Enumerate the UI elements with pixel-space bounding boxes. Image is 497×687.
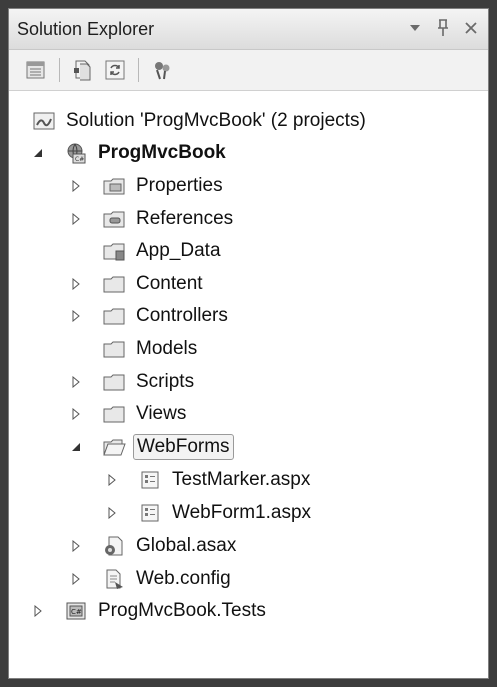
collapsed-arrow-icon[interactable] bbox=[69, 277, 83, 291]
svg-text:C#: C# bbox=[71, 608, 82, 616]
close-icon[interactable] bbox=[460, 15, 482, 41]
expanded-arrow-icon[interactable] bbox=[31, 146, 45, 160]
tree-item-webforms[interactable]: WebForms bbox=[69, 431, 234, 463]
tree-item-label: Solution 'ProgMvcBook' (2 projects) bbox=[66, 110, 366, 131]
collapsed-arrow-icon[interactable] bbox=[31, 604, 45, 618]
panel-titlebar: Solution Explorer bbox=[9, 9, 488, 50]
panel-title: Solution Explorer bbox=[17, 19, 155, 39]
refresh-icon[interactable] bbox=[102, 57, 128, 83]
title-buttons bbox=[404, 15, 482, 41]
tree-item-label: TestMarker.aspx bbox=[172, 469, 311, 490]
dropdown-icon[interactable] bbox=[404, 15, 426, 41]
tree-item-web-config[interactable]: Web.config bbox=[69, 563, 234, 595]
folder-icon bbox=[101, 371, 127, 393]
collapsed-arrow-icon[interactable] bbox=[69, 212, 83, 226]
folder-icon bbox=[101, 273, 127, 295]
collapsed-arrow-icon[interactable] bbox=[69, 407, 83, 421]
tree-item-label: Global.asax bbox=[136, 535, 237, 556]
tree-item-tests-project[interactable]: C# ProgMvcBook.Tests bbox=[31, 595, 269, 627]
collapsed-arrow-icon[interactable] bbox=[69, 179, 83, 193]
tree-item-project[interactable]: C# ProgMvcBook bbox=[31, 137, 229, 169]
open-folder-icon bbox=[101, 436, 127, 458]
tree-item-app-data[interactable]: App_Data bbox=[101, 235, 224, 267]
csharp-project-icon: C# bbox=[63, 600, 89, 622]
config-file-icon bbox=[101, 568, 127, 590]
tree-item-label: Web.config bbox=[136, 568, 231, 589]
tree-item-label: Controllers bbox=[136, 305, 228, 326]
tree-item-label: WebForm1.aspx bbox=[172, 502, 312, 523]
tree-item-scripts[interactable]: Scripts bbox=[69, 366, 197, 398]
pin-icon[interactable] bbox=[432, 15, 454, 41]
tree-item-label: Models bbox=[136, 338, 198, 359]
collapsed-arrow-icon[interactable] bbox=[69, 309, 83, 323]
web-form-file-icon bbox=[137, 469, 163, 491]
view-class-diagram-icon[interactable] bbox=[149, 57, 175, 83]
tree-item-solution[interactable]: Solution 'ProgMvcBook' (2 projects) bbox=[31, 105, 369, 137]
tree-item-global-asax[interactable]: Global.asax bbox=[69, 530, 239, 562]
collapsed-arrow-icon[interactable] bbox=[105, 506, 119, 520]
collapsed-arrow-icon[interactable] bbox=[69, 572, 83, 586]
tree-item-views[interactable]: Views bbox=[69, 398, 189, 430]
expanded-arrow-icon[interactable] bbox=[69, 440, 83, 454]
tree-item-properties[interactable]: Properties bbox=[69, 170, 226, 202]
panel-toolbar bbox=[9, 50, 488, 91]
tree-item-testmarker[interactable]: TestMarker.aspx bbox=[105, 464, 313, 496]
tree-item-label: App_Data bbox=[136, 240, 221, 261]
properties-folder-icon bbox=[101, 175, 127, 197]
references-folder-icon bbox=[101, 208, 127, 230]
solution-explorer-panel: Solution Explorer Solution 'ProgMvcBook'… bbox=[8, 8, 489, 679]
collapsed-arrow-icon[interactable] bbox=[69, 539, 83, 553]
show-all-files-icon[interactable] bbox=[70, 57, 96, 83]
tree-item-controllers[interactable]: Controllers bbox=[69, 300, 231, 332]
properties-icon[interactable] bbox=[23, 57, 49, 83]
folder-icon bbox=[101, 338, 127, 360]
web-project-icon: C# bbox=[63, 142, 89, 164]
tree-item-label: ProgMvcBook bbox=[98, 142, 226, 163]
tree-item-label: References bbox=[136, 208, 234, 229]
tree-item-label: Scripts bbox=[136, 371, 195, 392]
folder-icon bbox=[101, 305, 127, 327]
collapsed-arrow-icon[interactable] bbox=[105, 473, 119, 487]
tree-item-content[interactable]: Content bbox=[69, 268, 206, 300]
folder-icon bbox=[101, 403, 127, 425]
tree-item-label: ProgMvcBook.Tests bbox=[98, 600, 266, 621]
solution-icon bbox=[31, 110, 57, 132]
tree-item-models[interactable]: Models bbox=[101, 333, 200, 365]
svg-text:C#: C# bbox=[75, 156, 84, 163]
collapsed-arrow-icon[interactable] bbox=[69, 375, 83, 389]
tree-item-references[interactable]: References bbox=[69, 203, 236, 235]
toolbar-separator bbox=[138, 58, 139, 82]
tree-item-label: Views bbox=[136, 403, 187, 424]
tree-item-label: Properties bbox=[136, 175, 223, 196]
solution-tree: Solution 'ProgMvcBook' (2 projects) C# P… bbox=[9, 101, 488, 678]
tree-item-webform1[interactable]: WebForm1.aspx bbox=[105, 497, 314, 529]
toolbar-separator bbox=[59, 58, 60, 82]
web-form-file-icon bbox=[137, 502, 163, 524]
tree-item-label: WebForms bbox=[133, 434, 234, 460]
tree-item-label: Content bbox=[136, 273, 203, 294]
global-asax-icon bbox=[101, 535, 127, 557]
special-folder-icon bbox=[101, 240, 127, 262]
